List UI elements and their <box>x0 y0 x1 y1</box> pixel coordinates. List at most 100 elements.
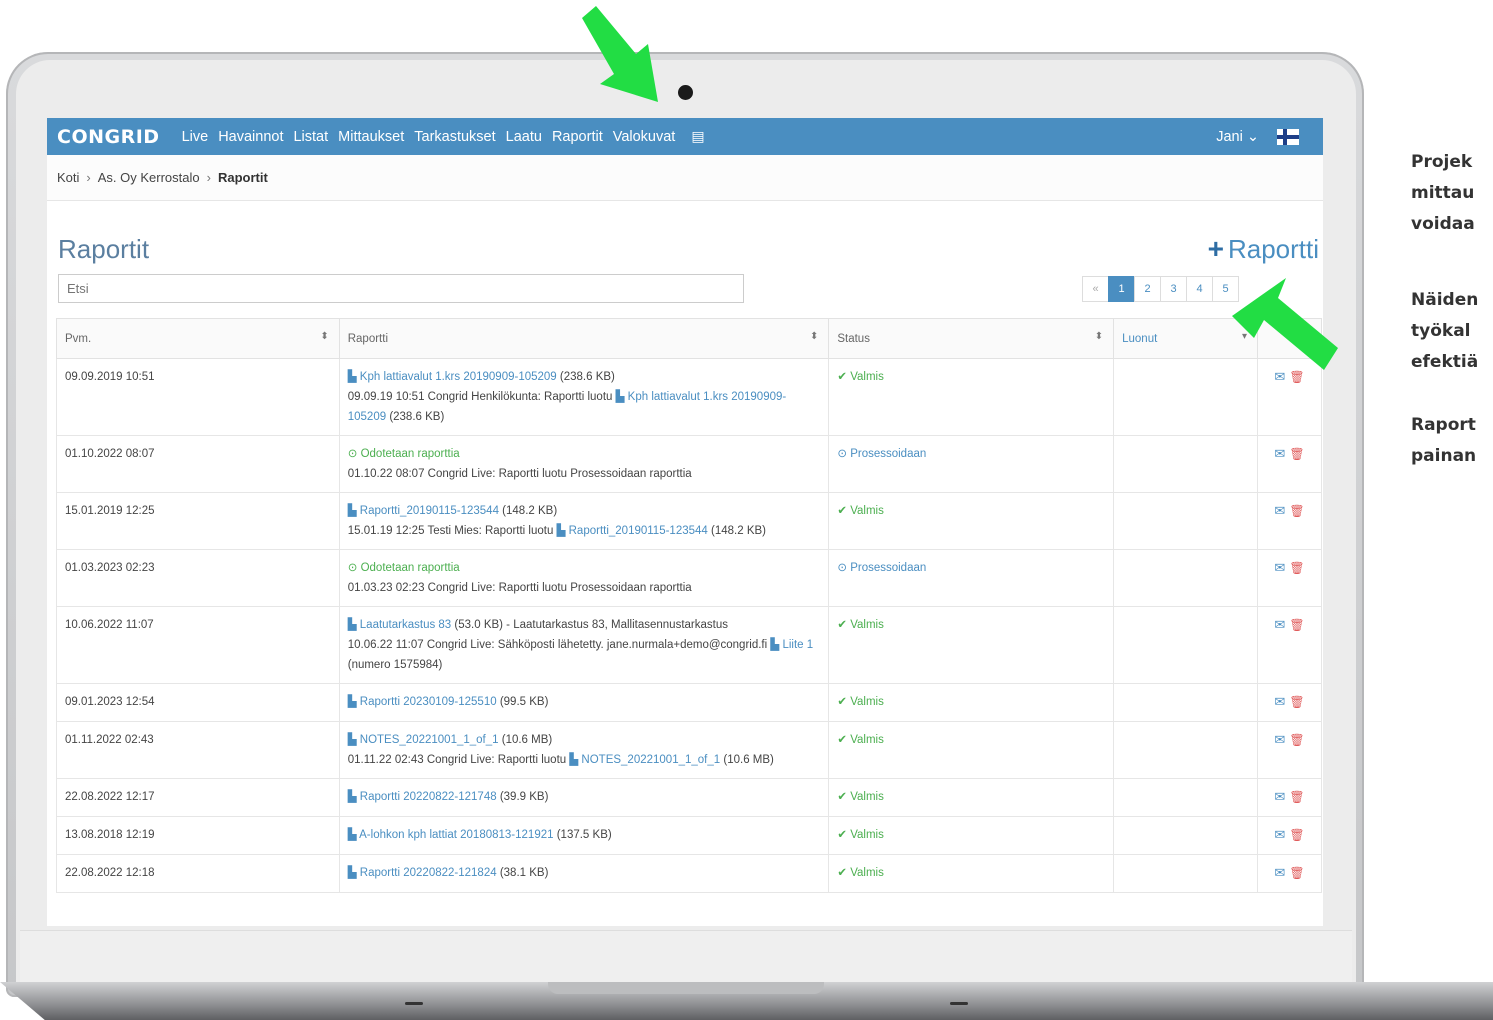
finnish-flag-icon[interactable] <box>1277 128 1299 145</box>
report-link[interactable]: Raportti 20220822-121824 <box>360 867 497 879</box>
report-size: (39.9 KB) <box>499 791 549 803</box>
nav-raportit[interactable]: Raportit <box>552 129 603 145</box>
email-icon[interactable]: ✉ <box>1274 617 1285 632</box>
check-icon: ✔ <box>837 371 851 383</box>
nav-live[interactable]: Live <box>182 129 209 145</box>
side-text-line: efektiä <box>1411 352 1479 372</box>
slide: CONGRID Live Havainnot Listat Mittaukset… <box>0 0 1493 1020</box>
search-input[interactable] <box>58 274 744 303</box>
cell-report: ⊙ Odotetaan raporttia 01.03.23 02:23 Cong… <box>338 549 830 607</box>
log-file-size: (numero 1575984) <box>347 659 443 671</box>
nav-listat[interactable]: Listat <box>293 129 328 145</box>
report-link[interactable]: Kph lattiavalut 1.krs 20190909-105209 <box>360 371 557 383</box>
cell-status: ⊙ Prosessoidaan <box>828 549 1115 607</box>
nav-mittaukset[interactable]: Mittaukset <box>338 129 404 145</box>
table-row: 22.08.2022 12:18 ▙ Raportti 20220822-1218… <box>56 854 1323 893</box>
cell-status: ✔ Valmis <box>828 683 1115 722</box>
file-icon: ▙ <box>347 734 360 746</box>
log-file-link[interactable]: Raportti_20190115-123544 <box>569 525 708 537</box>
screen-bottom-bezel <box>20 930 1352 982</box>
pagination-page[interactable]: 4 <box>1186 276 1213 302</box>
log-file-link[interactable]: Liite 1 <box>782 639 813 651</box>
report-size: (10.6 MB) <box>501 734 553 746</box>
cell-actions: ✉ 🗑 <box>1256 549 1323 607</box>
trash-icon[interactable]: 🗑 <box>1289 828 1304 842</box>
column-header-report[interactable]: Raportti ⬍ <box>338 318 830 359</box>
report-link[interactable]: Raportti 20220822-121748 <box>360 791 497 803</box>
trash-icon[interactable]: 🗑 <box>1289 447 1304 461</box>
nav-laatu[interactable]: Laatu <box>506 129 542 145</box>
pagination-page[interactable]: 2 <box>1134 276 1161 302</box>
pagination-page[interactable]: 3 <box>1160 276 1187 302</box>
email-icon[interactable]: ✉ <box>1274 503 1285 518</box>
pagination-page[interactable]: 1 <box>1108 276 1135 302</box>
breadcrumb-project[interactable]: As. Oy Kerrostalo <box>98 170 200 185</box>
trash-icon[interactable]: 🗑 <box>1289 695 1304 709</box>
cell-report: ▙ Raportti 20220822-121824 (38.1 KB) <box>338 854 830 893</box>
cell-report: ▙ Raportti_20190115-123544 (148.2 KB) 15.… <box>338 492 830 550</box>
side-text-line: painan <box>1411 446 1477 466</box>
trash-icon[interactable]: 🗑 <box>1289 561 1304 575</box>
report-link[interactable]: A-lohkon kph lattiat 20180813-121921 <box>359 829 553 841</box>
laptop-notch <box>548 982 824 994</box>
column-header-date[interactable]: Pvm. ⬍ <box>56 318 340 359</box>
file-icon: ▙ <box>347 867 360 879</box>
cell-creator <box>1113 778 1258 817</box>
log-file-link[interactable]: NOTES_20221001_1_of_1 <box>581 754 720 766</box>
report-log: 09.09.19 10:51 Congrid Henkilökunta: Rap… <box>347 391 613 403</box>
report-waiting-label: Odotetaan raporttia <box>360 448 460 460</box>
email-icon[interactable]: ✉ <box>1274 789 1285 804</box>
report-log: 01.10.22 08:07 Congrid Live: Raportti lu… <box>347 468 692 480</box>
cell-status: ✔ Valmis <box>828 778 1115 817</box>
table-row: 09.09.2019 10:51 ▙ Kph lattiavalut 1.krs … <box>56 358 1323 436</box>
side-text-line: Projek <box>1411 152 1473 172</box>
nav-valokuvat[interactable]: Valokuvat <box>613 129 676 145</box>
nav-tarkastukset[interactable]: Tarkastukset <box>414 129 495 145</box>
cell-date: 01.11.2022 02:43 <box>56 721 340 779</box>
report-waiting-label: Odotetaan raporttia <box>360 562 460 574</box>
trash-icon[interactable]: 🗑 <box>1289 733 1304 747</box>
pagination-prev[interactable]: « <box>1082 276 1109 302</box>
status-label: Valmis <box>850 619 884 631</box>
trash-icon[interactable]: 🗑 <box>1289 618 1304 632</box>
email-icon[interactable]: ✉ <box>1274 865 1285 880</box>
report-link[interactable]: Raportti 20230109-125510 <box>360 696 497 708</box>
user-name: Jani <box>1216 128 1243 145</box>
breadcrumb-separator-icon: › <box>86 170 91 185</box>
status-label: Valmis <box>850 371 884 383</box>
cell-status: ✔ Valmis <box>828 492 1115 550</box>
menu-icon[interactable]: ▤ <box>691 128 704 145</box>
column-header-status[interactable]: Status ⬍ <box>828 318 1115 359</box>
user-menu[interactable]: Jani ⌄ <box>1216 129 1259 145</box>
email-icon[interactable]: ✉ <box>1274 732 1285 747</box>
email-icon[interactable]: ✉ <box>1274 827 1285 842</box>
waiting-icon: ⊙ <box>347 562 361 574</box>
trash-icon[interactable]: 🗑 <box>1289 504 1304 518</box>
file-icon: ▙ <box>347 791 360 803</box>
cell-date: 09.09.2019 10:51 <box>56 358 340 436</box>
cell-actions: ✉ 🗑 <box>1256 435 1323 493</box>
email-icon[interactable]: ✉ <box>1274 694 1285 709</box>
congrid-logo[interactable]: CONGRID <box>57 126 160 148</box>
pagination: « 1 2 3 4 5 <box>1082 276 1239 302</box>
status-label: Valmis <box>850 829 884 841</box>
table-row: 09.01.2023 12:54 ▙ Raportti 20230109-1255… <box>56 683 1323 722</box>
report-link[interactable]: Raportti_20190115-123544 <box>360 505 499 517</box>
cell-creator <box>1113 683 1258 722</box>
report-size: (238.6 KB) <box>559 371 615 383</box>
cell-date: 22.08.2022 12:17 <box>56 778 340 817</box>
email-icon[interactable]: ✉ <box>1274 446 1285 461</box>
nav-havainnot[interactable]: Havainnot <box>218 129 283 145</box>
sort-icon: ⬍ <box>320 331 329 342</box>
report-link[interactable]: Laatutarkastus 83 <box>360 619 451 631</box>
annotation-arrow-icon <box>582 6 658 102</box>
breadcrumb-home[interactable]: Koti <box>57 170 79 185</box>
side-text-line: työkal <box>1411 321 1471 341</box>
email-icon[interactable]: ✉ <box>1274 560 1285 575</box>
add-report-button[interactable]: + Raportti <box>1208 233 1319 265</box>
trash-icon[interactable]: 🗑 <box>1289 790 1304 804</box>
chevron-down-icon: ⌄ <box>1246 128 1259 145</box>
trash-icon[interactable]: 🗑 <box>1289 866 1304 880</box>
table-row: 13.08.2018 12:19 ▙ A-lohkon kph lattiat 2… <box>56 816 1323 855</box>
report-link[interactable]: NOTES_20221001_1_of_1 <box>360 734 499 746</box>
